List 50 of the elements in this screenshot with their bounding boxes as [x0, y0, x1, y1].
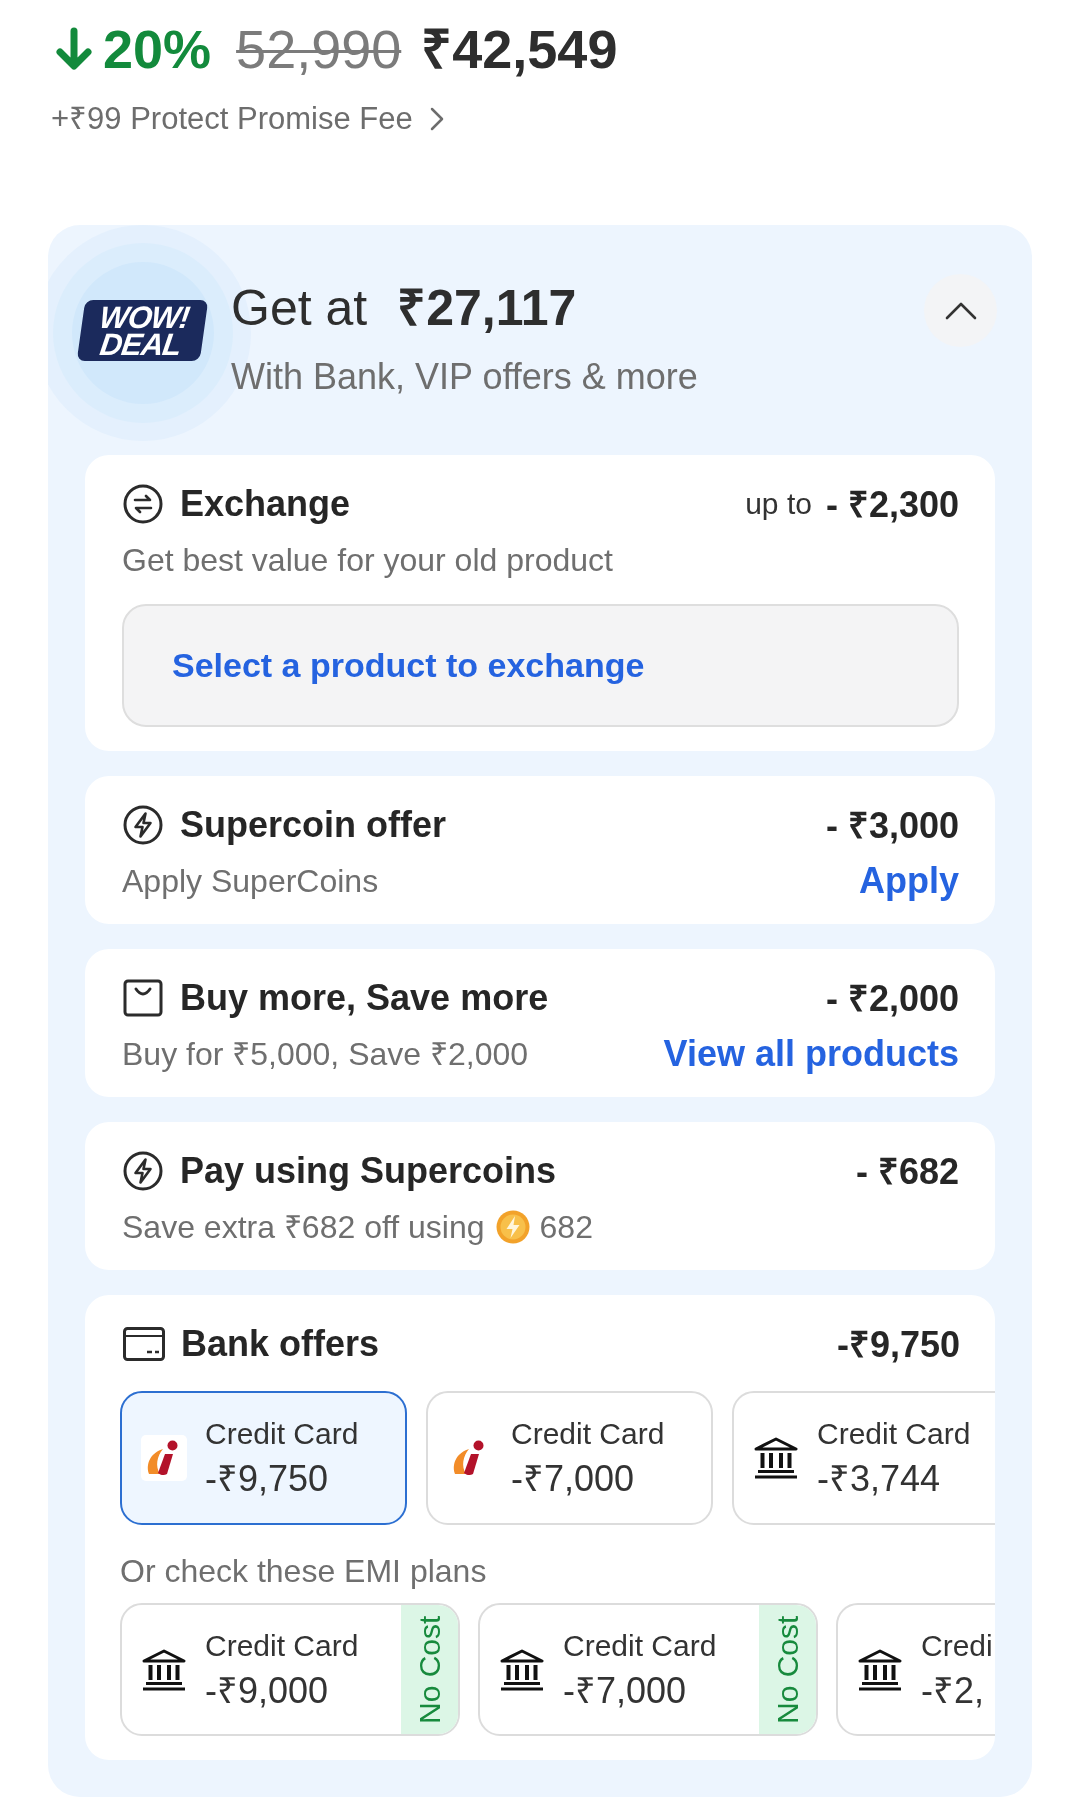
deal-title: Get at — [231, 279, 368, 338]
chevron-up-icon — [944, 301, 977, 320]
offer-subtitle: Buy for ₹5,000, Save ₹2,000 — [122, 1035, 529, 1073]
bank-icon — [753, 1437, 799, 1479]
offer-title: Supercoin offer — [180, 803, 447, 846]
down-arrow-icon — [55, 27, 93, 71]
offer-amount: - ₹2,300 — [825, 483, 959, 527]
offer-amount: - ₹2,000 — [825, 977, 959, 1021]
offer-amount: - ₹682 — [855, 1150, 959, 1194]
bank-icon — [857, 1648, 903, 1691]
i-logo-icon — [141, 1435, 187, 1481]
emi-heading: Or check these EMI plans — [120, 1552, 488, 1590]
select-exchange-button[interactable]: Select a product to exchange — [122, 604, 959, 727]
up-to-label: up to — [745, 486, 812, 521]
no-cost-tag: No Cost — [759, 1605, 816, 1734]
protect-fee-link[interactable]: +₹99 Protect Promise Fee — [51, 100, 444, 137]
offer-link[interactable]: Apply — [859, 862, 959, 900]
emi-plan-tile[interactable]: Credit Card -₹7,000 No Cost — [478, 1603, 818, 1736]
exchange-icon — [123, 483, 163, 524]
lightning-bolt-icon — [123, 804, 163, 845]
discount-percent: 20% — [103, 18, 212, 80]
credit-card-icon — [123, 1326, 165, 1361]
offer-title: Pay using Supercoins — [180, 1149, 557, 1192]
final-price: ₹42,549 — [421, 18, 618, 80]
coin-icon — [495, 1210, 530, 1244]
chevron-right-icon — [429, 106, 444, 131]
deal-subtitle: With Bank, VIP offers & more — [231, 355, 699, 398]
wow-deal-logo: WOW! DEAL — [76, 300, 209, 361]
bag-icon — [123, 977, 163, 1018]
original-price: 52,990 — [236, 18, 402, 80]
bank-icon — [141, 1648, 187, 1691]
bank-offer-tile[interactable]: Credit Card -₹7,000 — [426, 1391, 713, 1525]
offer-title: Buy more, Save more — [180, 976, 549, 1019]
deal-price: ₹27,117 — [397, 279, 577, 338]
offer-subtitle: Save extra ₹682 off using — [122, 1208, 485, 1246]
offer-subtitle: Get best value for your old product — [122, 541, 613, 579]
emi-plan-tile[interactable]: Credi -₹2, — [836, 1603, 995, 1736]
lightning-bolt-icon — [123, 1150, 163, 1191]
bank-offer-tile[interactable]: Credit Card -₹9,750 — [120, 1391, 407, 1525]
bank-offers-title: Bank offers — [181, 1322, 380, 1365]
offer-subtitle: Apply SuperCoins — [122, 862, 379, 900]
offer-title: Exchange — [180, 482, 351, 525]
offer-link[interactable]: View all products — [663, 1035, 959, 1073]
offer-amount: - ₹3,000 — [825, 804, 959, 848]
coin-count: 682 — [539, 1208, 593, 1246]
bank-offer-tile[interactable]: Credit Card -₹3,744 — [732, 1391, 995, 1525]
bank-icon — [499, 1648, 545, 1691]
bank-offers-amount: -₹9,750 — [836, 1323, 960, 1367]
emi-plan-tile[interactable]: Credit Card -₹9,000 No Cost — [120, 1603, 460, 1736]
no-cost-tag: No Cost — [401, 1605, 458, 1734]
